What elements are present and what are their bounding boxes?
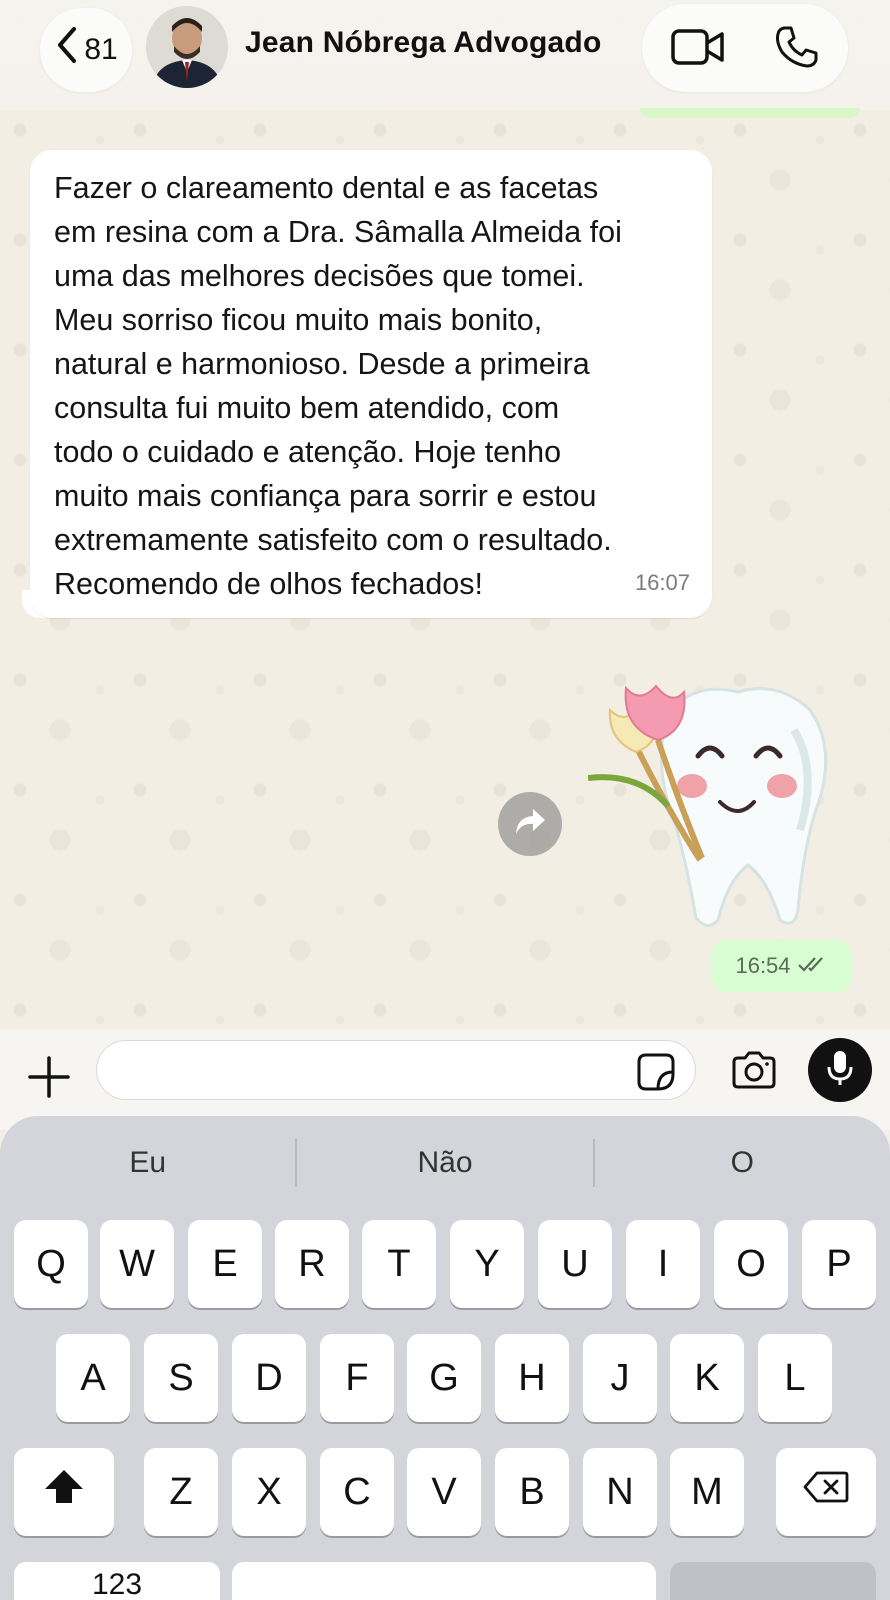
key-m[interactable]: M [670,1448,744,1536]
composer-bar [0,1030,890,1130]
sticker-icon[interactable] [636,1052,676,1097]
double-check-icon [797,954,829,979]
shift-key[interactable] [14,1448,114,1536]
numbers-key-label: 123 [91,1568,143,1600]
message-time: 16:07 [634,570,690,595]
phone-icon[interactable] [774,24,820,75]
key-t[interactable]: T [362,1220,436,1308]
forward-arrow-icon [513,807,547,842]
space-key[interactable] [232,1562,656,1600]
key-e[interactable]: E [188,1220,262,1308]
key-z[interactable]: Z [144,1448,218,1536]
key-d[interactable]: D [232,1334,306,1422]
key-b[interactable]: B [495,1448,569,1536]
backspace-key[interactable] [776,1448,876,1536]
suggestion-bar: Eu Não O [0,1128,890,1198]
backspace-icon [803,1470,849,1514]
message-input[interactable] [96,1040,696,1100]
microphone-button[interactable] [808,1038,872,1102]
incoming-message[interactable]: Fazer o clareamento dental e as facetas … [30,150,712,618]
forward-button[interactable] [498,792,562,856]
key-o[interactable]: O [714,1220,788,1308]
numbers-key[interactable]: 123 [14,1562,220,1600]
key-y[interactable]: Y [450,1220,524,1308]
suggestion-1[interactable]: Eu [0,1146,295,1180]
chevron-left-icon [54,25,80,72]
suggestion-2[interactable]: Não [297,1146,592,1180]
shift-arrow-icon [43,1467,85,1517]
video-camera-icon[interactable] [670,26,726,73]
key-r[interactable]: R [275,1220,349,1308]
outgoing-message-status: 16:54 [712,940,852,992]
tooth-sticker[interactable] [587,680,848,930]
microphone-icon [825,1048,855,1093]
avatar[interactable] [146,6,228,88]
key-q[interactable]: Q [14,1220,88,1308]
call-actions [642,4,848,92]
key-n[interactable]: N [583,1448,657,1536]
key-g[interactable]: G [407,1334,481,1422]
key-w[interactable]: W [100,1220,174,1308]
key-s[interactable]: S [144,1334,218,1422]
chat-header: 81 Jean Nóbrega Advogado [0,0,890,110]
suggestion-3[interactable]: O [595,1146,890,1180]
outgoing-bubble-edge [640,108,860,118]
key-a[interactable]: A [56,1334,130,1422]
key-k[interactable]: K [670,1334,744,1422]
outgoing-time: 16:54 [735,953,791,978]
key-l[interactable]: L [758,1334,832,1422]
return-key[interactable] [670,1562,876,1600]
contact-name[interactable]: Jean Nóbrega Advogado [245,26,601,60]
plus-icon[interactable] [24,1052,74,1102]
camera-icon[interactable] [730,1050,778,1095]
key-x[interactable]: X [232,1448,306,1536]
key-f[interactable]: F [320,1334,394,1422]
key-u[interactable]: U [538,1220,612,1308]
key-c[interactable]: C [320,1448,394,1536]
key-h[interactable]: H [495,1334,569,1422]
key-i[interactable]: I [626,1220,700,1308]
keyboard: Eu Não O Q W E R T Y U I O P A S D F G H… [0,1116,890,1600]
key-p[interactable]: P [802,1220,876,1308]
message-text: Fazer o clareamento dental e as facetas … [54,171,622,601]
unread-count: 81 [84,33,118,66]
key-j[interactable]: J [583,1334,657,1422]
key-v[interactable]: V [407,1448,481,1536]
back-button[interactable]: 81 [40,8,132,92]
